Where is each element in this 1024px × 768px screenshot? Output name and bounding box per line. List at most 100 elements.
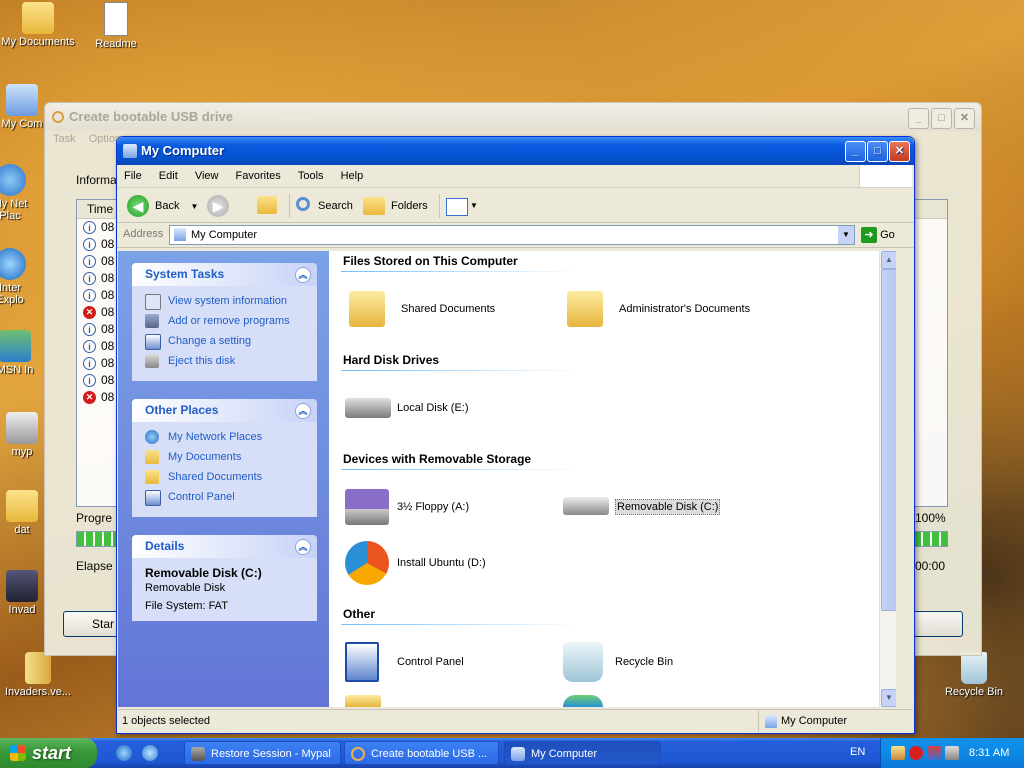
menu-help[interactable]: Help	[334, 165, 371, 187]
main-pane[interactable]: Files Stored on This Computer Shared Doc…	[329, 251, 896, 707]
log-time: 08	[101, 220, 115, 234]
folders-button[interactable]: Folders	[363, 194, 428, 218]
usb-app-icon	[52, 111, 64, 123]
details-header[interactable]: Details ︽	[132, 535, 317, 558]
scroll-up-button[interactable]: ▲	[881, 251, 896, 269]
group-other-header: Other	[340, 607, 582, 625]
collapse-icon[interactable]: ︽	[295, 403, 311, 419]
place-control-panel[interactable]: Control Panel	[132, 487, 317, 507]
up-folder-button[interactable]	[257, 194, 279, 218]
desktop-icon-msn[interactable]: MSN In	[0, 330, 46, 376]
bootable-usb-titlebar[interactable]: Create bootable USB drive _ □ ✕	[45, 103, 981, 131]
desktop-icon-invaders-zip[interactable]: Invaders.ve...	[0, 652, 78, 698]
minimize-button[interactable]: _	[845, 141, 866, 162]
task-change-setting[interactable]: Change a setting	[132, 331, 317, 351]
desktop-icon-network[interactable]: My Net Plac	[0, 164, 38, 222]
my-computer-titlebar[interactable]: My Computer _ □ ✕	[117, 137, 914, 165]
tray-volume-icon[interactable]	[945, 746, 959, 760]
menu-edit[interactable]: Edit	[152, 165, 185, 187]
menu-file[interactable]: File	[117, 165, 149, 187]
start-button[interactable]: start	[0, 738, 97, 768]
clock[interactable]: 8:31 AM	[969, 738, 1009, 768]
my-computer-window[interactable]: My Computer _ □ ✕ File Edit View Favorit…	[116, 136, 915, 734]
task-restore-session[interactable]: Restore Session - Mypal	[184, 741, 341, 765]
menu-tools[interactable]: Tools	[291, 165, 331, 187]
info-icon: i	[83, 221, 96, 234]
quicklaunch-ie-icon[interactable]	[116, 745, 132, 761]
desktop-icon-label: myp	[11, 446, 33, 458]
task-view-system-info[interactable]: View system information	[132, 291, 317, 311]
folder-documents-icon	[145, 450, 159, 464]
back-label: Back	[155, 200, 180, 212]
task-create-bootable-usb[interactable]: Create bootable USB ...	[344, 741, 499, 765]
start-button-label: Star	[92, 617, 115, 631]
task-label: View system information	[168, 295, 288, 307]
computer-icon	[765, 714, 777, 728]
language-indicator[interactable]: EN	[850, 746, 865, 758]
desktop-icon-dat[interactable]: dat	[0, 490, 50, 536]
collapse-icon[interactable]: ︽	[295, 539, 311, 555]
system-tasks-header[interactable]: System Tasks ︽	[132, 263, 317, 286]
collapse-icon[interactable]: ︽	[295, 267, 311, 283]
menu-task[interactable]: Task	[53, 133, 76, 145]
task-my-computer[interactable]: My Computer	[504, 741, 661, 765]
right-button[interactable]	[911, 611, 963, 637]
network-icon	[563, 695, 603, 707]
address-dropdown-button[interactable]: ▼	[838, 226, 854, 244]
place-shared-documents[interactable]: Shared Documents	[132, 467, 317, 487]
menu-view[interactable]: View	[188, 165, 226, 187]
go-label: Go	[880, 229, 895, 241]
item-label: Shared Documents	[401, 303, 496, 315]
vertical-scrollbar[interactable]: ▲ ▼	[879, 251, 896, 707]
close-button[interactable]: ✕	[889, 141, 910, 162]
place-network[interactable]: My Network Places	[132, 427, 317, 447]
place-my-documents[interactable]: My Documents	[132, 447, 317, 467]
tray-shield-icon[interactable]	[909, 746, 923, 760]
group-removable-header: Devices with Removable Storage	[340, 452, 582, 470]
search-button[interactable]: Search	[289, 194, 353, 218]
msn-icon	[0, 330, 31, 362]
minimize-button[interactable]: _	[908, 108, 929, 129]
desktop-icon-readme[interactable]: Readme	[76, 2, 156, 50]
desktop-icon-label: Invad	[8, 604, 36, 616]
close-button[interactable]: ✕	[954, 108, 975, 129]
desktop-icon-label: Explo	[0, 294, 24, 306]
views-button[interactable]: ▼	[439, 194, 480, 218]
window-title: My Computer	[141, 143, 225, 158]
desktop-icon-my-documents[interactable]: My Documents	[0, 2, 78, 48]
log-time: 08	[101, 373, 115, 387]
task-add-remove-programs[interactable]: Add or remove programs	[132, 311, 317, 331]
desktop-icon-invaders[interactable]: Invad	[0, 570, 50, 616]
status-selection: 1 objects selected	[122, 715, 211, 727]
desktop-icon-mypal[interactable]: myp	[0, 412, 50, 458]
other-places-header[interactable]: Other Places ︽	[132, 399, 317, 422]
maximize-button[interactable]: □	[867, 141, 888, 162]
tray-network-icon[interactable]	[927, 746, 941, 760]
task-eject-disk[interactable]: Eject this disk	[132, 351, 317, 371]
go-button[interactable]: ➜ Go	[861, 226, 895, 244]
desktop-icon-ie[interactable]: Inter Explo	[0, 248, 38, 306]
hard-disk-icon	[345, 398, 391, 418]
menu-favorites[interactable]: Favorites	[229, 165, 288, 187]
scroll-thumb[interactable]	[881, 269, 896, 611]
other-places-title: Other Places	[145, 403, 219, 417]
computer-icon	[174, 228, 186, 241]
go-arrow-icon: ➜	[861, 227, 877, 244]
maximize-button[interactable]: □	[931, 108, 952, 129]
desktop-icon-label: MSN In	[0, 364, 34, 376]
info-icon: i	[83, 238, 96, 251]
progress-label: Progre	[76, 511, 113, 525]
log-time: 08	[101, 339, 115, 353]
chevron-down-icon[interactable]: ▼	[191, 202, 199, 211]
system-tasks-box: System Tasks ︽ View system information Ad…	[132, 263, 317, 381]
other-places-box: Other Places ︽ My Network Places My Docum…	[132, 399, 317, 517]
desktop-icon-recycle-bin[interactable]: Recycle Bin	[934, 652, 1014, 698]
game-icon	[6, 570, 38, 602]
scroll-down-button[interactable]: ▼	[881, 689, 896, 707]
menubar: File Edit View Favorites Tools Help	[117, 165, 914, 188]
quicklaunch-browser-icon[interactable]	[142, 745, 158, 761]
back-button[interactable]: ◀ Back ▼	[127, 194, 198, 218]
address-field[interactable]: My Computer ▼	[169, 225, 855, 245]
item-label: Local Disk (E:)	[397, 402, 469, 414]
tray-tools-icon[interactable]	[891, 746, 905, 760]
